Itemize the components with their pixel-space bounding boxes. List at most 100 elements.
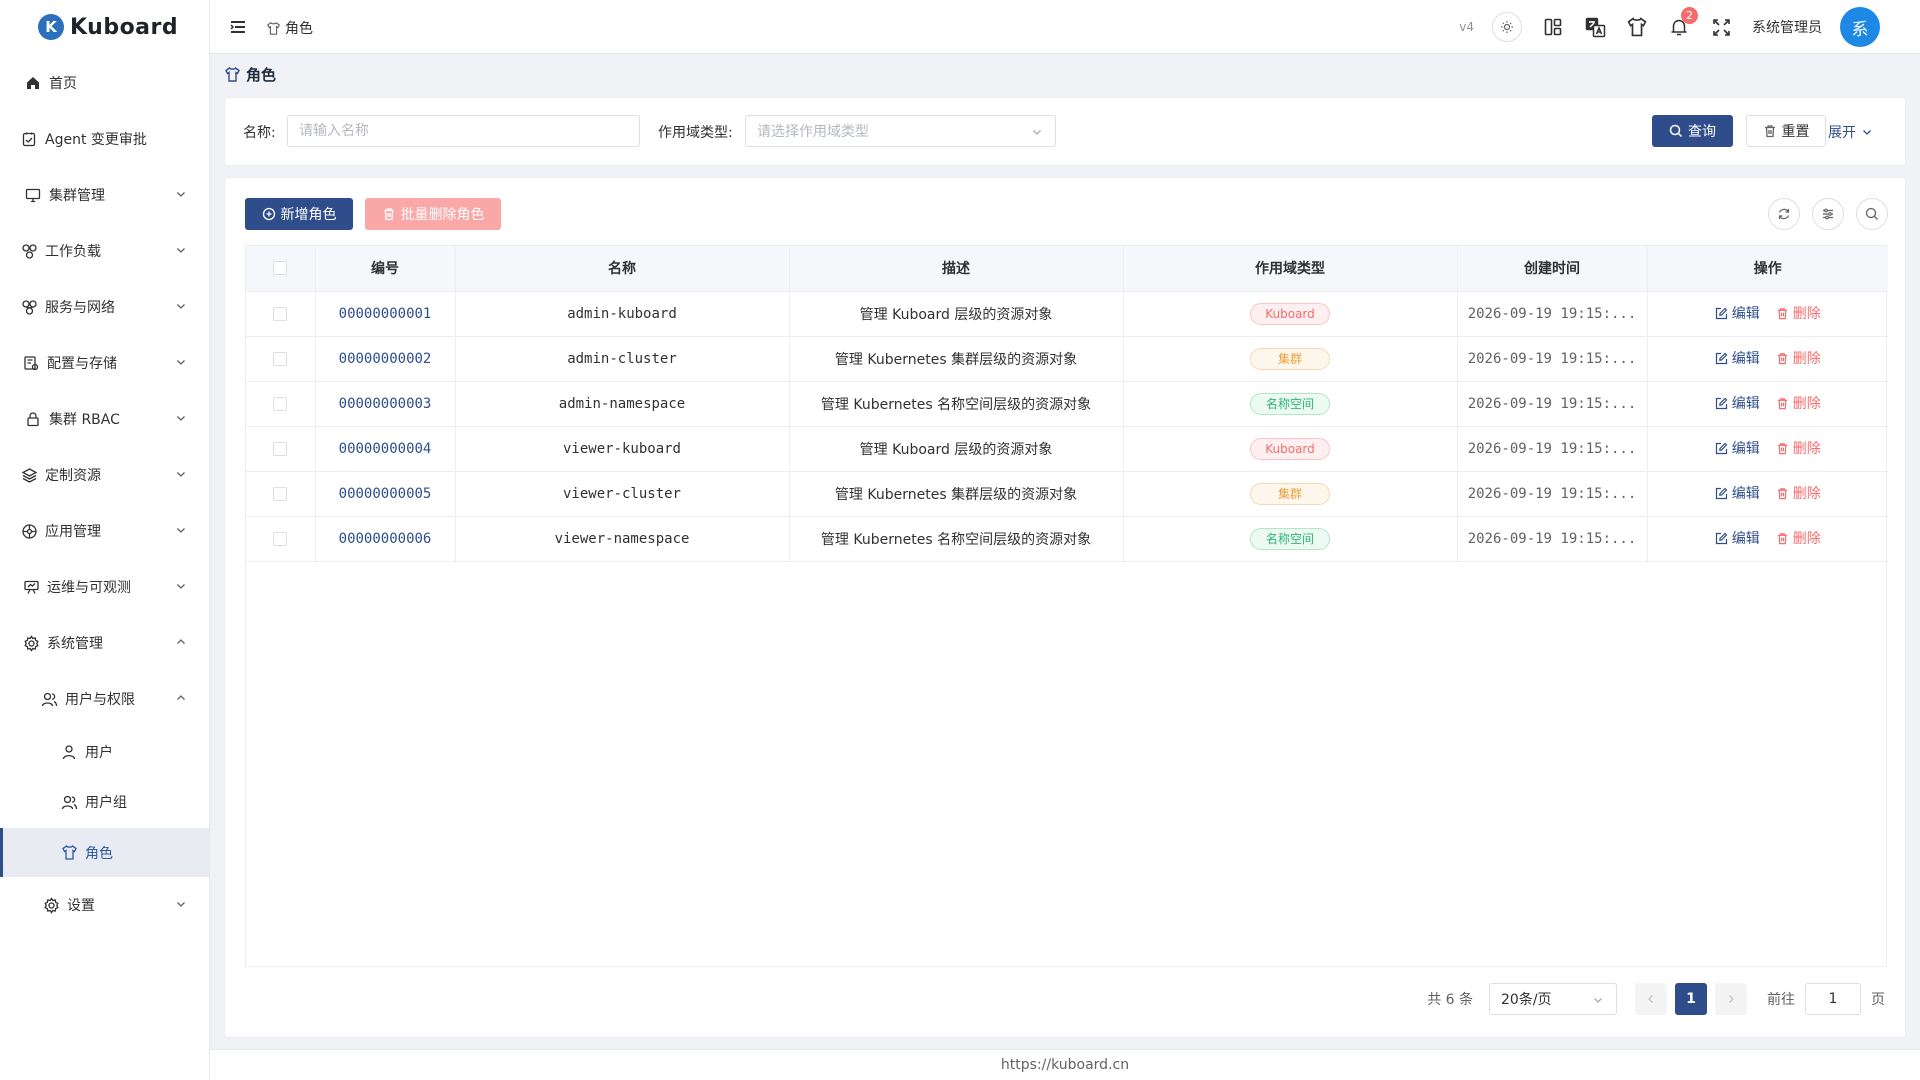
column-header-name: 名称 [455, 246, 790, 292]
delete-button[interactable]: 删除 [1776, 438, 1821, 458]
trash-icon [1764, 125, 1775, 138]
sidebar-item-user[interactable]: 用户 [0, 730, 209, 774]
sidebar-item-cluster-mgmt[interactable]: 集群管理 [0, 173, 209, 217]
sidebar-item-cluster-rbac[interactable]: 集群 RBAC [0, 397, 209, 441]
trash-icon [383, 208, 394, 221]
prev-page-button[interactable] [1635, 983, 1667, 1015]
add-role-button[interactable]: 新增角色 [245, 198, 353, 230]
sidebar-item-system-mgmt[interactable]: 系统管理 [0, 621, 209, 665]
role-id-link[interactable]: 00000000005 [339, 486, 432, 502]
sidebar-item-custom-resources[interactable]: 定制资源 [0, 453, 209, 497]
fullscreen-icon[interactable] [1710, 16, 1732, 38]
search-icon [1669, 124, 1683, 138]
sidebar-item-users-permissions[interactable]: 用户与权限 [0, 677, 209, 721]
sidebar-item-label: 系统管理 [47, 636, 103, 652]
page-number-button[interactable]: 1 [1675, 983, 1707, 1015]
chevron-down-icon [177, 192, 185, 197]
sidebar-item-ops-observability[interactable]: 运维与可观测 [0, 565, 209, 609]
refresh-button[interactable] [1768, 198, 1800, 230]
reset-button[interactable]: 重置 [1746, 115, 1826, 147]
logo[interactable]: K Kuboard [0, 0, 209, 54]
role-name-cell: viewer-kuboard [455, 426, 790, 472]
edit-button[interactable]: 编辑 [1715, 348, 1760, 368]
sidebar-item-config-storage[interactable]: 配置与存储 [0, 341, 209, 385]
row-checkbox[interactable] [273, 531, 288, 546]
user-group-icon [60, 793, 78, 811]
next-page-button[interactable] [1715, 983, 1747, 1015]
sidebar-item-label: 首页 [49, 76, 77, 92]
layout-icon[interactable] [1542, 16, 1564, 38]
expand-filter-toggle[interactable]: 展开 [1828, 122, 1873, 142]
table-row: 00000000005 viewer-cluster 管理 Kubernetes 集… [246, 471, 1888, 517]
delete-button[interactable]: 删除 [1776, 393, 1821, 413]
row-checkbox[interactable] [273, 441, 288, 456]
edit-button[interactable]: 编辑 [1715, 303, 1760, 323]
role-id-link[interactable]: 00000000003 [339, 396, 432, 412]
role-id-link[interactable]: 00000000004 [339, 441, 432, 457]
actions-cell: 编辑 删除 [1647, 426, 1888, 472]
edit-button[interactable]: 编辑 [1715, 528, 1760, 548]
row-checkbox[interactable] [273, 486, 288, 501]
footer: https://kuboard.cn [210, 1049, 1920, 1080]
chevron-down-icon [177, 902, 185, 907]
sidebar-item-role[interactable]: 角色 [0, 828, 209, 877]
select-all-checkbox[interactable] [273, 261, 288, 276]
scope-badge: Kuboard [1250, 437, 1330, 460]
chevron-left-icon [1648, 995, 1653, 1003]
chevron-down-icon [177, 360, 185, 365]
page-size-select[interactable]: 20条/页 [1489, 983, 1617, 1015]
sidebar-item-user-group[interactable]: 用户组 [0, 780, 209, 824]
column-settings-button[interactable] [1812, 198, 1844, 230]
row-checkbox[interactable] [273, 351, 288, 366]
role-id-link[interactable]: 00000000001 [339, 306, 432, 322]
edit-button[interactable]: 编辑 [1715, 483, 1760, 503]
sidebar-item-home[interactable]: 首页 [0, 61, 209, 105]
role-id-link[interactable]: 00000000006 [339, 531, 432, 547]
delete-button[interactable]: 删除 [1776, 483, 1821, 503]
menu-toggle-icon[interactable] [228, 17, 248, 37]
translate-icon[interactable] [1584, 16, 1606, 38]
sidebar-item-agent-approval[interactable]: Agent 变更审批 [0, 117, 209, 161]
query-button[interactable]: 查询 [1652, 115, 1733, 147]
edit-button[interactable]: 编辑 [1715, 438, 1760, 458]
table-search-button[interactable] [1856, 198, 1888, 230]
batch-delete-role-button[interactable]: 批量删除角色 [365, 198, 501, 230]
row-checkbox[interactable] [273, 396, 288, 411]
role-scope-cell: 名称空间 [1123, 516, 1458, 562]
edit-label: 编辑 [1731, 351, 1760, 368]
sidebar-item-service-network[interactable]: 服务与网络 [0, 285, 209, 329]
footer-link[interactable]: https://kuboard.cn [1001, 1057, 1129, 1073]
table-row: 00000000006 viewer-namespace 管理 Kubernetes… [246, 516, 1888, 562]
delete-button[interactable]: 删除 [1776, 303, 1821, 323]
row-checkbox[interactable] [273, 306, 288, 321]
page-suffix: 页 [1871, 992, 1885, 1008]
edit-icon [1715, 442, 1728, 454]
page-size-value: 20条/页 [1501, 992, 1552, 1008]
scope-filter-select[interactable]: 请选择作用域类型 [745, 115, 1056, 147]
role-id-link[interactable]: 00000000002 [339, 351, 432, 367]
sidebar-item-settings[interactable]: 设置 [0, 883, 209, 927]
avatar[interactable]: 系 [1840, 7, 1880, 47]
sidebar-item-workload[interactable]: 工作负载 [0, 229, 209, 273]
table-row: 00000000001 admin-kuboard 管理 Kuboard 层级的资源… [246, 291, 1888, 337]
table-row: 00000000003 admin-namespace 管理 Kubernetes … [246, 381, 1888, 427]
trash-icon [1777, 353, 1787, 364]
chevron-down-icon [1863, 130, 1871, 135]
delete-button[interactable]: 删除 [1776, 348, 1821, 368]
theme-toggle-button[interactable] [1492, 12, 1522, 42]
sidebar-item-app-mgmt[interactable]: 应用管理 [0, 509, 209, 553]
role-scope-cell: 名称空间 [1123, 381, 1458, 427]
notification-bell-icon[interactable]: 2 [1668, 7, 1698, 38]
config-icon [22, 354, 40, 372]
delete-button[interactable]: 删除 [1776, 528, 1821, 548]
breadcrumb: 角色 [266, 18, 313, 38]
username[interactable]: 系统管理员 [1752, 17, 1822, 37]
sidebar-item-label: 角色 [85, 845, 113, 862]
row-select-cell [246, 471, 316, 517]
sidebar-item-label: 用户组 [85, 795, 127, 811]
created-time-cell: 2026-09-19 19:15:... [1457, 471, 1648, 517]
name-filter-input[interactable] [287, 115, 640, 147]
skin-shirt-icon[interactable] [1626, 16, 1648, 38]
goto-page-input[interactable] [1805, 983, 1861, 1015]
edit-button[interactable]: 编辑 [1715, 393, 1760, 413]
